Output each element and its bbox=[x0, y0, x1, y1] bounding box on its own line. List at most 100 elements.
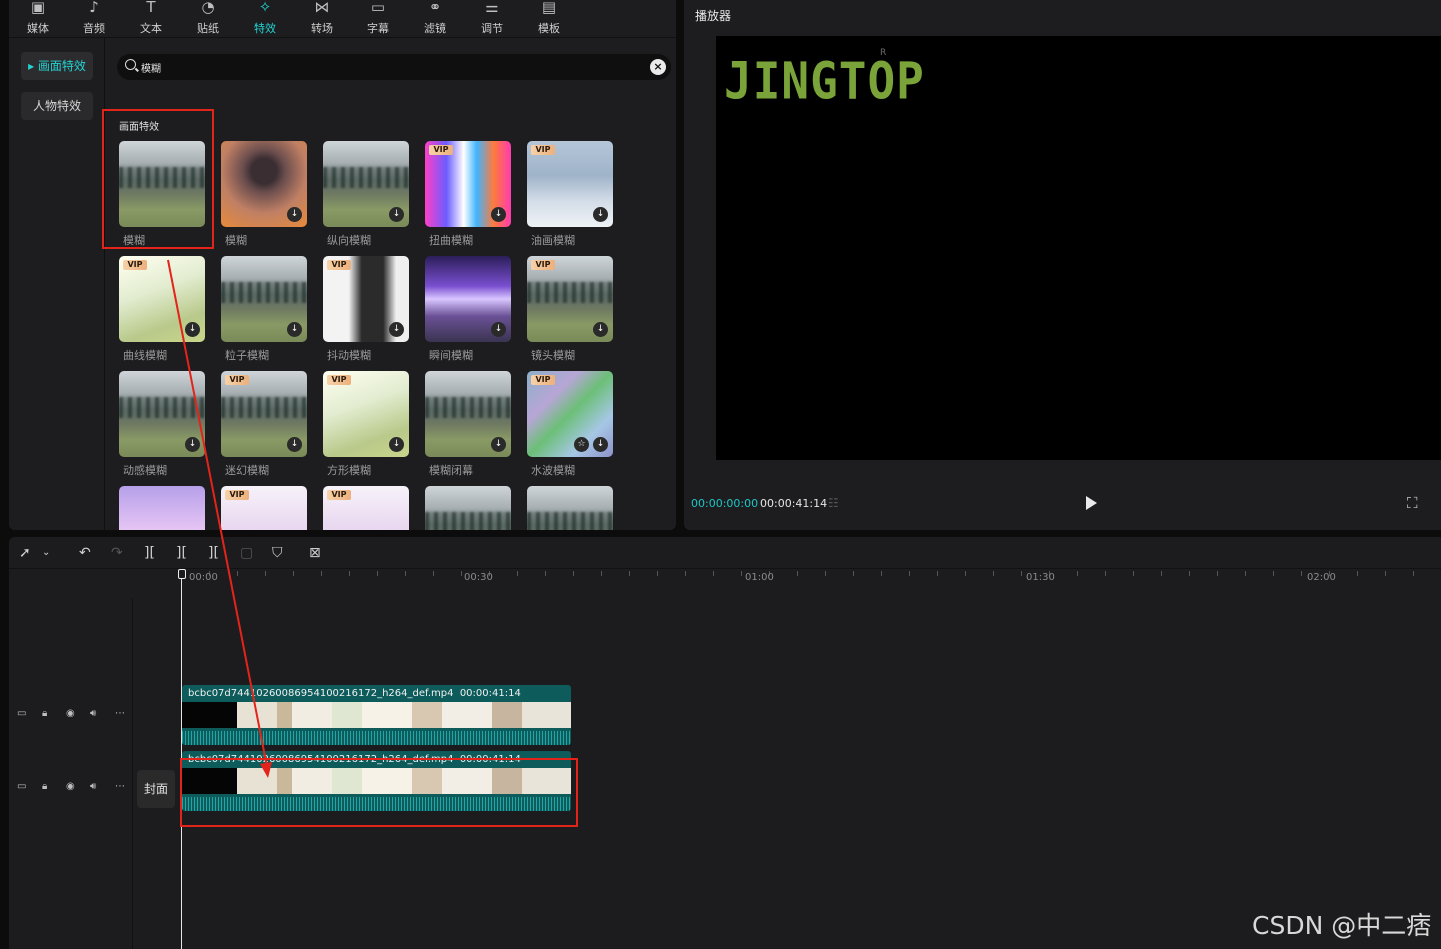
star-icon[interactable]: ☆ bbox=[574, 437, 589, 452]
effect-card[interactable]: ↓ bbox=[425, 371, 511, 457]
delete-icon[interactable]: ▢ bbox=[240, 545, 253, 561]
download-icon[interactable]: ↓ bbox=[287, 437, 302, 452]
chevron-down-icon[interactable]: ⌄ bbox=[42, 547, 50, 558]
effect-card[interactable]: VIP ↓ bbox=[323, 371, 409, 457]
effect-label: 抖动模糊 bbox=[327, 349, 371, 362]
split-left-icon[interactable]: ][ bbox=[176, 545, 187, 561]
download-icon[interactable]: ↓ bbox=[593, 437, 608, 452]
more-icon[interactable]: ⋯ bbox=[115, 781, 125, 792]
effect-card[interactable]: VIP bbox=[221, 486, 307, 530]
vip-badge: VIP bbox=[531, 260, 555, 270]
subtitle-icon: ▭ bbox=[370, 0, 386, 16]
effect-card[interactable]: VIP ↓ bbox=[323, 256, 409, 342]
current-time: 00:00:00:00 bbox=[691, 497, 759, 510]
annotation-box bbox=[102, 109, 214, 249]
vip-badge: VIP bbox=[531, 145, 555, 155]
effect-label: 粒子模糊 bbox=[225, 349, 269, 362]
speaker-icon[interactable]: 🔊︎ bbox=[90, 781, 96, 792]
auto-cut-icon[interactable]: ⊠ bbox=[309, 545, 321, 561]
time-ruler[interactable]: 00:00 00:30 01:00 01:30 02:00 bbox=[181, 569, 1441, 585]
tab-audio[interactable]: ♪ 音频 bbox=[69, 0, 119, 38]
audio-icon: ♪ bbox=[89, 0, 99, 16]
effect-card[interactable]: ↓ bbox=[323, 141, 409, 227]
download-icon[interactable]: ↓ bbox=[491, 322, 506, 337]
lock-icon[interactable]: 🔒︎ bbox=[42, 708, 47, 719]
effect-card[interactable]: VIP ↓ bbox=[425, 141, 511, 227]
track-cover-icon[interactable]: ▭ bbox=[17, 781, 26, 792]
undo-icon[interactable]: ↶ bbox=[79, 545, 91, 561]
download-icon[interactable]: ↓ bbox=[287, 207, 302, 222]
text-icon: T bbox=[146, 0, 156, 16]
clear-search-icon[interactable]: × bbox=[650, 59, 666, 75]
more-icon[interactable]: ⋯ bbox=[115, 708, 125, 719]
clip-thumbnails bbox=[182, 702, 571, 728]
search-icon bbox=[125, 59, 136, 70]
download-icon[interactable]: ↓ bbox=[287, 322, 302, 337]
effect-card[interactable]: ↓ bbox=[221, 256, 307, 342]
eye-icon[interactable]: ◉ bbox=[66, 781, 75, 792]
tab-filter[interactable]: ⚭ 滤镜 bbox=[410, 0, 460, 38]
split-right-icon[interactable]: ][ bbox=[208, 545, 219, 561]
effect-card[interactable]: ↓ bbox=[221, 141, 307, 227]
track-controls: ▭ 🔒︎ ◉ 🔊︎ ⋯ bbox=[9, 684, 133, 744]
media-icon: ▣ bbox=[30, 0, 46, 16]
play-button[interactable] bbox=[1086, 496, 1097, 510]
effects-sidebar: ▸ 画面特效 人物特效 bbox=[9, 38, 105, 530]
tab-sticker[interactable]: ◔ 贴纸 bbox=[183, 0, 233, 38]
cover-button[interactable]: 封面 bbox=[137, 770, 175, 808]
effect-card[interactable]: ↓ bbox=[119, 371, 205, 457]
effect-label: 迷幻模糊 bbox=[225, 464, 269, 477]
effect-card[interactable] bbox=[425, 486, 511, 530]
sticker-icon: ◔ bbox=[201, 0, 215, 16]
download-icon[interactable]: ↓ bbox=[389, 207, 404, 222]
download-icon[interactable]: ↓ bbox=[185, 322, 200, 337]
download-icon[interactable]: ↓ bbox=[389, 322, 404, 337]
playhead-handle[interactable] bbox=[178, 569, 186, 579]
annotation-box bbox=[180, 758, 578, 827]
effect-card[interactable] bbox=[527, 486, 613, 530]
download-icon[interactable]: ↓ bbox=[389, 437, 404, 452]
effect-card[interactable] bbox=[119, 486, 205, 530]
fullscreen-icon[interactable]: ⛶ bbox=[1407, 494, 1418, 512]
marker-icon[interactable]: ⛉ bbox=[272, 545, 283, 561]
search-input[interactable] bbox=[141, 58, 641, 76]
eye-icon[interactable]: ◉ bbox=[66, 708, 75, 719]
track-cover-icon[interactable]: ▭ bbox=[17, 708, 26, 719]
effect-label: 扭曲模糊 bbox=[429, 234, 473, 247]
video-preview[interactable]: JINGTOP R bbox=[716, 36, 1441, 460]
tab-text[interactable]: T 文本 bbox=[126, 0, 176, 38]
tab-media[interactable]: ▣ 媒体 bbox=[13, 0, 63, 38]
download-icon[interactable]: ↓ bbox=[491, 437, 506, 452]
speaker-icon[interactable]: 🔊︎ bbox=[90, 708, 96, 719]
select-tool-icon[interactable]: ➚ bbox=[19, 545, 31, 561]
effect-card[interactable]: VIP ↓ bbox=[527, 141, 613, 227]
tab-transition[interactable]: ⋈ 转场 bbox=[297, 0, 347, 38]
download-icon[interactable]: ↓ bbox=[185, 437, 200, 452]
effect-card[interactable]: VIP bbox=[323, 486, 409, 530]
tab-adjust[interactable]: ⚌ 调节 bbox=[467, 0, 517, 38]
ruler-label: 00:00 bbox=[189, 572, 218, 583]
effects-panel: ▣ 媒体 ♪ 音频 T 文本 ◔ 贴纸 ✧ 特效 ⋈ 转场 ▭ 字幕 ⚭ 滤镜 ⚌ 调节 ▤ 模板 … bbox=[9, 0, 676, 530]
download-icon[interactable]: ↓ bbox=[593, 207, 608, 222]
download-icon[interactable]: ↓ bbox=[593, 322, 608, 337]
filter-icon: ⚭ bbox=[428, 0, 442, 16]
tab-effects[interactable]: ✧ 特效 bbox=[240, 0, 290, 38]
effect-card[interactable]: VIP ☆ ↓ bbox=[527, 371, 613, 457]
effect-card[interactable]: VIP ↓ bbox=[119, 256, 205, 342]
tab-template[interactable]: ▤ 模板 bbox=[524, 0, 574, 38]
tab-subtitle[interactable]: ▭ 字幕 bbox=[353, 0, 403, 38]
effect-card[interactable]: VIP ↓ bbox=[527, 256, 613, 342]
player-panel: 播放器 JINGTOP R 00:00:00:00 00:00:41:14 ☷ … bbox=[684, 0, 1441, 530]
sidebar-item-person-effects[interactable]: 人物特效 bbox=[21, 92, 93, 120]
track-headers: ▭ 🔒︎ ◉ 🔊︎ ⋯ ▭ 🔒︎ ◉ 🔊︎ ⋯ bbox=[9, 599, 133, 949]
grid-icon[interactable]: ☷ bbox=[828, 496, 839, 510]
split-icon[interactable]: ][ bbox=[144, 545, 155, 561]
redo-icon[interactable]: ↷ bbox=[111, 545, 123, 561]
video-clip[interactable]: bcbc07d74410260086954100216172_h264_def.… bbox=[182, 685, 571, 745]
clip-caption: bcbc07d74410260086954100216172_h264_def.… bbox=[188, 688, 521, 699]
sidebar-item-scene-effects[interactable]: ▸ 画面特效 bbox=[21, 52, 93, 80]
effect-card[interactable]: VIP ↓ bbox=[221, 371, 307, 457]
effect-card[interactable]: ↓ bbox=[425, 256, 511, 342]
lock-icon[interactable]: 🔒︎ bbox=[42, 781, 47, 792]
download-icon[interactable]: ↓ bbox=[491, 207, 506, 222]
